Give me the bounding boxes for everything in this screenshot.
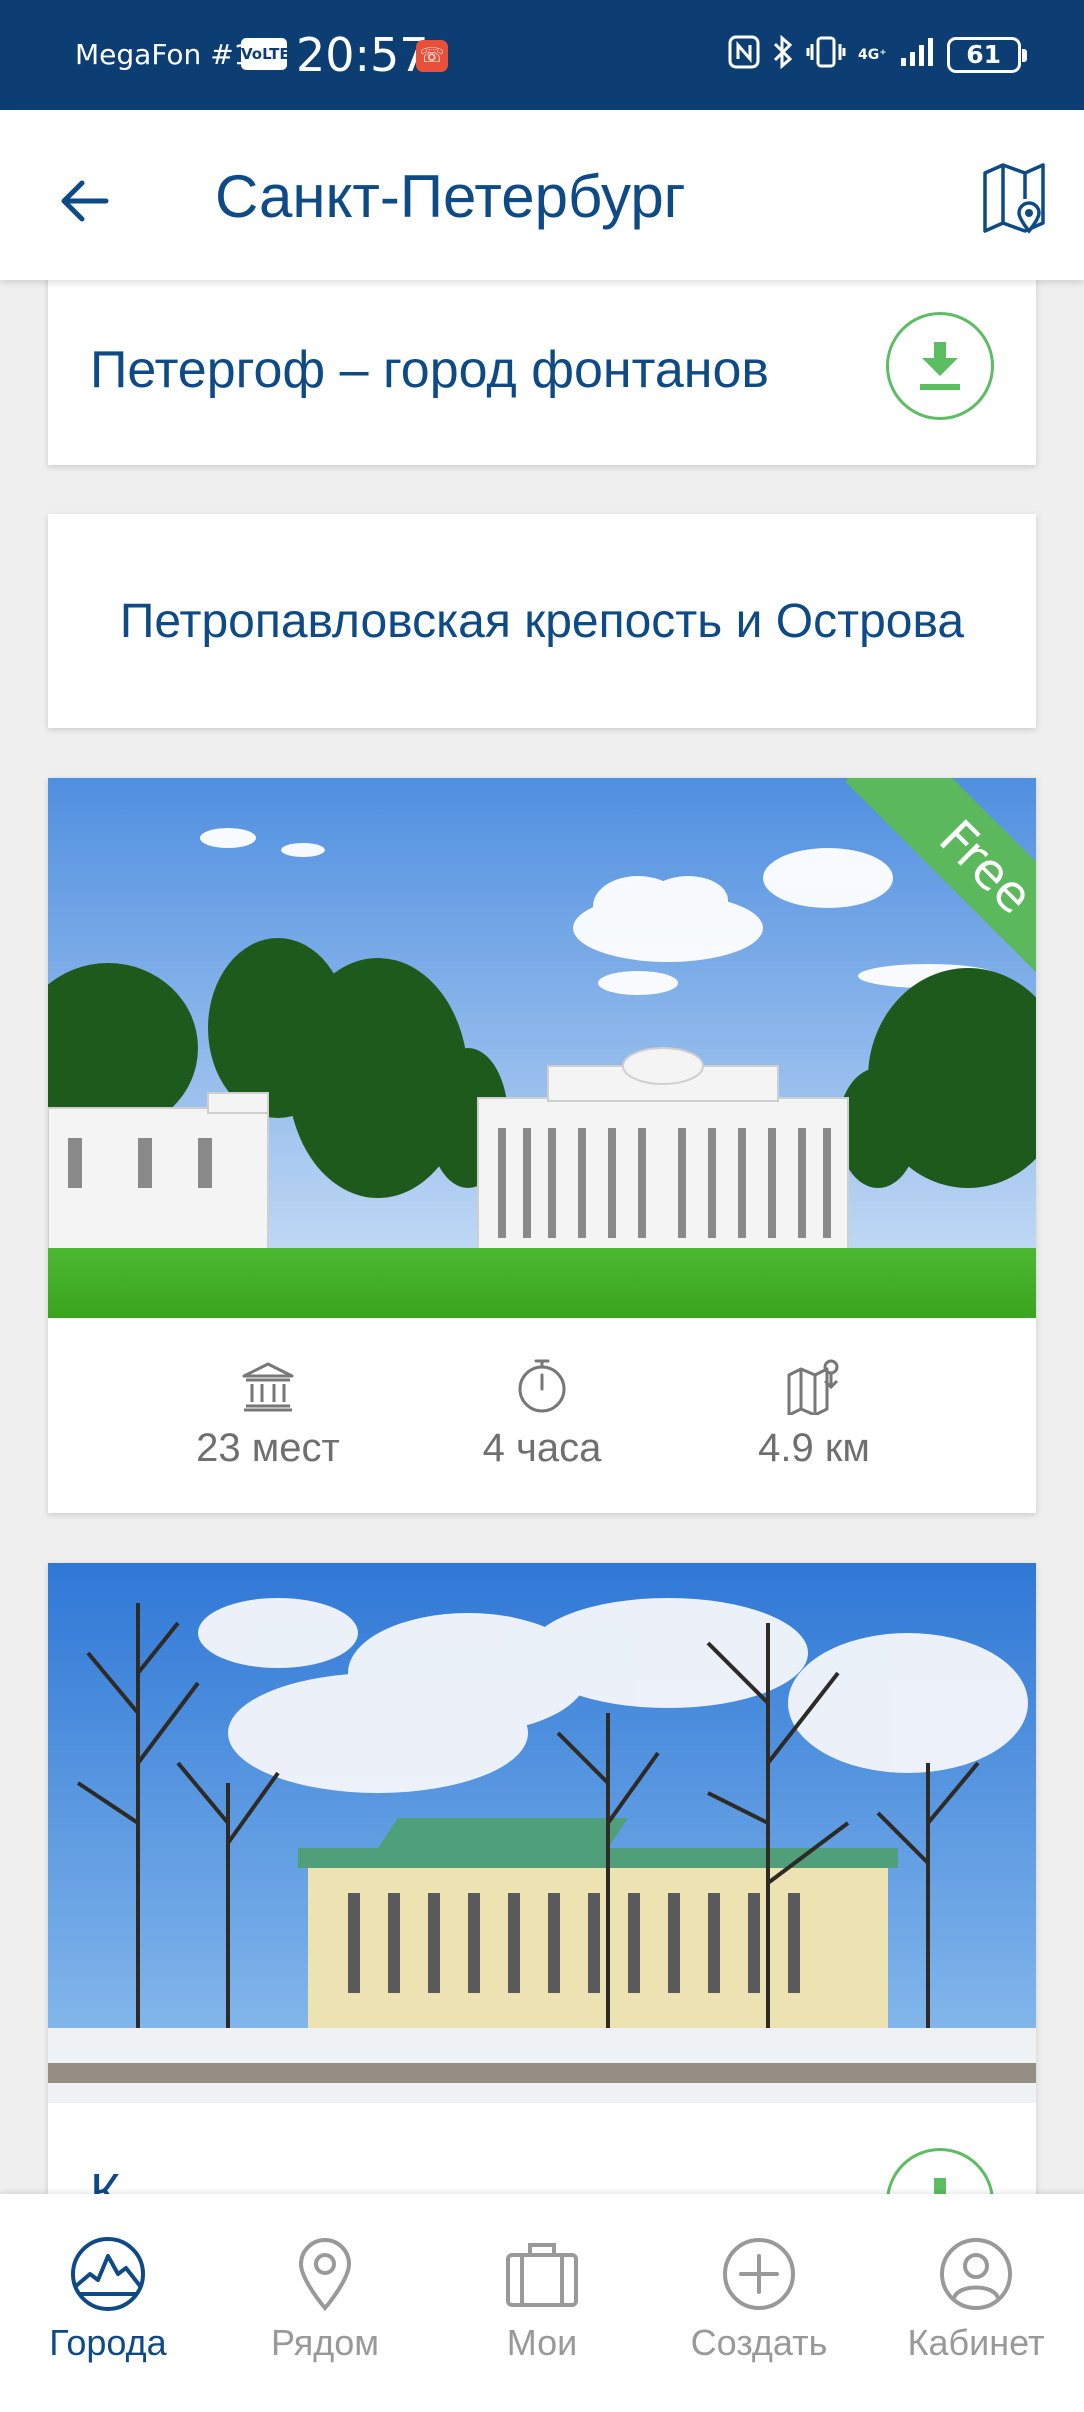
download-icon xyxy=(920,342,960,390)
route-title: Петропавловская крепость и Острова xyxy=(119,595,965,648)
stat-distance: 4.9 км xyxy=(714,1356,914,1471)
clock: 20:57 xyxy=(296,28,429,82)
stat-duration: 4 часа xyxy=(442,1356,642,1471)
stat-places: 23 мест xyxy=(168,1356,368,1471)
nav-label: Создать xyxy=(690,2322,828,2363)
user-icon xyxy=(940,2238,1012,2310)
route-card[interactable]: Петропавловская крепость и Острова xyxy=(48,514,1036,728)
route-title: Петергоф – город фонтанов xyxy=(90,341,770,399)
battery-icon: 61 xyxy=(946,37,1027,73)
signal-icon xyxy=(899,36,935,74)
route-card[interactable]: Free 23 мест 4 часа 4.9 км xyxy=(48,778,1036,1513)
nav-cities[interactable]: Города xyxy=(13,2234,203,2364)
location-pin-icon xyxy=(298,2238,352,2312)
nav-nearby[interactable]: Рядом xyxy=(230,2234,420,2364)
free-badge: Free xyxy=(845,778,1036,998)
nav-label: Рядом xyxy=(270,2322,380,2363)
status-icons: 4G⁺ 61 xyxy=(728,34,1027,76)
nav-label: Мои xyxy=(506,2322,578,2363)
download-button[interactable] xyxy=(886,312,994,420)
carrier-name: MegaFon #1 xyxy=(75,38,252,71)
distance-value: 4.9 км xyxy=(758,1426,870,1470)
status-bar: MegaFon #1 VoLTE 20:57 ☏ 4G⁺ 61 xyxy=(0,0,1084,110)
vibrate-icon xyxy=(806,35,846,75)
arrow-left-icon xyxy=(61,180,109,222)
plus-circle-icon xyxy=(723,2238,795,2310)
route-photo: Free xyxy=(48,778,1036,1318)
bottom-navigation: Города Рядом Мои Создать Кабинет xyxy=(0,2194,1084,2412)
page-title: Санкт-Петербург xyxy=(215,163,686,230)
cities-icon xyxy=(71,2237,145,2311)
route-stats: 23 мест 4 часа 4.9 км xyxy=(48,1318,1036,1513)
network-type: 4G⁺ xyxy=(858,47,887,63)
nfc-icon xyxy=(728,35,760,75)
missed-call-icon: ☏ xyxy=(416,40,448,72)
stopwatch-icon xyxy=(518,1359,566,1413)
nav-mine[interactable]: Мои xyxy=(447,2234,637,2364)
free-ribbon: Free xyxy=(816,778,1036,998)
bluetooth-icon xyxy=(772,34,794,75)
places-count: 23 мест xyxy=(196,1426,340,1470)
map-icon xyxy=(983,163,1045,234)
nav-create[interactable]: Создать xyxy=(664,2234,854,2364)
app-bar: Санкт-Петербург xyxy=(0,110,1084,280)
map-button[interactable] xyxy=(972,156,1056,240)
route-map-icon xyxy=(787,1359,839,1415)
nav-account[interactable]: Кабинет xyxy=(881,2234,1071,2364)
route-photo xyxy=(48,1563,1036,2103)
duration-value: 4 часа xyxy=(482,1426,602,1470)
volte-icon: VoLTE xyxy=(241,38,290,70)
museum-icon xyxy=(242,1362,294,1412)
back-button[interactable] xyxy=(48,165,120,237)
route-card[interactable]: К... xyxy=(48,1563,1036,2223)
nav-label: Кабинет xyxy=(907,2322,1045,2363)
suitcase-icon xyxy=(506,2243,578,2307)
nav-label: Города xyxy=(49,2322,167,2363)
